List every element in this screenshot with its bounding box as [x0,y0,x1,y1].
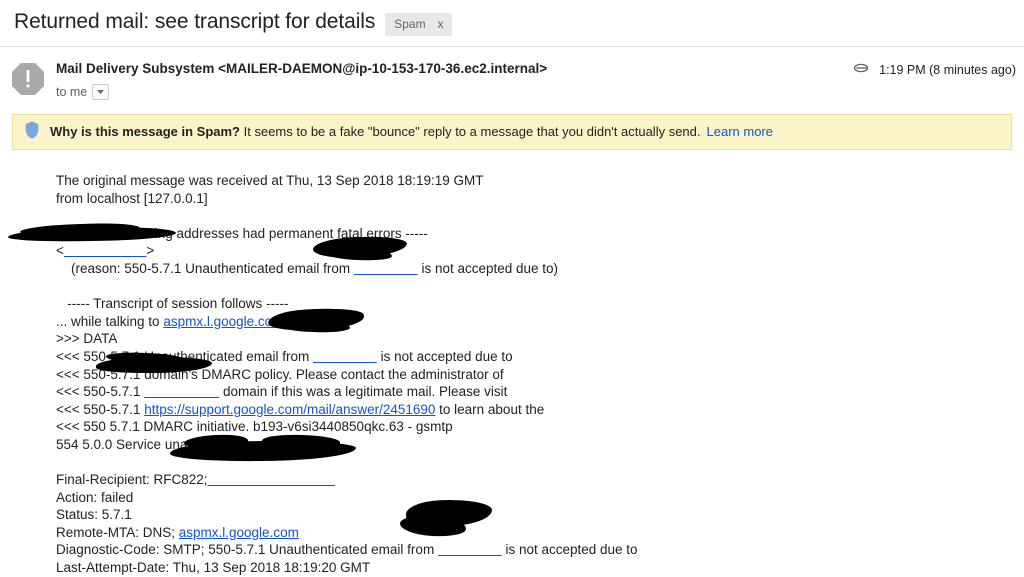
body-line-1: The original message was received at Thu… [56,173,484,188]
aspmx-link-2[interactable]: aspmx.l.google.com [179,525,299,540]
bounce-transcript: The original message was received at Thu… [56,172,1024,577]
recipient-line: to me [56,84,1010,100]
body-spacer-3 [56,454,1024,472]
body-line-9-suffix: is not accepted due to [376,348,513,364]
body-line-15-prefix: Final-Recipient: RFC822; [56,472,208,488]
body-line-6: ----- Transcript of session follows ----… [56,296,289,312]
message-header: Mail Delivery Subsystem <MAILER-DAEMON@i… [0,47,1024,100]
body-line-5: (reason: 550-5.7.1 Unauthenticated email… [56,260,354,276]
sender-name[interactable]: Mail Delivery Subsystem [56,61,214,76]
spam-banner-explanation: It seems to be a fake "bounce" reply to … [243,124,701,139]
spam-label-text: Spam [394,16,426,31]
subject-row: Returned mail: see transcript for detail… [0,0,1024,47]
redacted-domain-link-3[interactable] [144,384,219,399]
remove-label-icon[interactable]: x [438,18,444,30]
message-body: The original message was received at Thu… [0,150,1024,577]
body-line-3: ----- The following addresses had perman… [56,225,428,241]
body-line-11-suffix: domain if this was a legitimate mail. Pl… [219,384,508,400]
body-line-7-suffix: .: [283,313,291,329]
page-title: Returned mail: see transcript for detail… [14,10,376,33]
body-line-13: <<< 550 5.7.1 DMARC initiative. b193-v6s… [56,419,453,435]
body-line-12-prefix: <<< 550-5.7.1 [56,401,145,417]
redacted-domain-link-1[interactable] [354,261,418,276]
body-line-7-prefix: ... while talking to [56,313,164,329]
details-chevron-down-icon[interactable] [92,84,110,100]
body-line-19-suffix: is not accepted due to [501,542,638,558]
redacted-domain-link-2[interactable] [313,349,377,364]
spam-banner-question: Why is this message in Spam? [50,124,240,139]
body-spacer-1 [56,207,1024,225]
message-timestamp[interactable]: 1:19 PM (8 minutes ago) [879,63,1016,77]
shield-icon [25,121,39,144]
body-line-5-tail: is not accepted due to) [417,260,559,276]
body-line-11-prefix: <<< 550-5.7.1 [56,384,145,400]
body-line-18-prefix: Remote-MTA: DNS; [56,524,179,540]
body-line-17: Status: 5.7.1 [56,507,132,523]
redacted-final-recipient-link[interactable] [208,472,336,487]
aspmx-link-1[interactable]: aspmx.l.google.com [163,314,283,329]
spam-banner-text: Why is this message in Spam? It seems to… [50,124,773,140]
body-line-16: Action: failed [56,489,134,505]
recipient-label: to me [56,85,88,99]
redacted-recipient-link[interactable] [64,243,147,258]
body-line-4-suffix: > [146,243,155,259]
sender-email[interactable]: <MAILER-DAEMON@ip-10-153-170-36.ec2.inte… [218,61,547,76]
body-line-10: <<< 550-5.7.1 domain's DMARC policy. Ple… [56,366,504,382]
google-support-link[interactable]: https://support.google.com/mail/answer/2… [144,402,435,417]
spam-warning-banner: Why is this message in Spam? It seems to… [12,114,1012,150]
body-spacer-2 [56,278,1024,296]
body-line-14: 554 5.0.0 Service unavailable [56,436,234,452]
body-line-12-suffix: to learn about the [435,401,545,417]
body-line-8: >>> DATA [56,331,118,347]
message-meta: 1:19 PM (8 minutes ago) [853,61,1016,78]
paperclip-icon[interactable] [853,61,869,78]
spam-label-chip[interactable]: Spam x [385,12,452,36]
body-line-4-prefix: < [56,243,64,259]
redacted-domain-link-4[interactable] [438,542,502,557]
body-line-19-prefix: Diagnostic-Code: SMTP; 550-5.7.1 Unauthe… [56,542,438,558]
warning-avatar-icon [10,61,46,97]
body-line-9-prefix: <<< 550-5.7.1 Unauthenticated email from [56,348,314,364]
learn-more-link[interactable]: Learn more [707,124,773,139]
body-line-2: from localhost [127.0.0.1] [56,190,208,206]
